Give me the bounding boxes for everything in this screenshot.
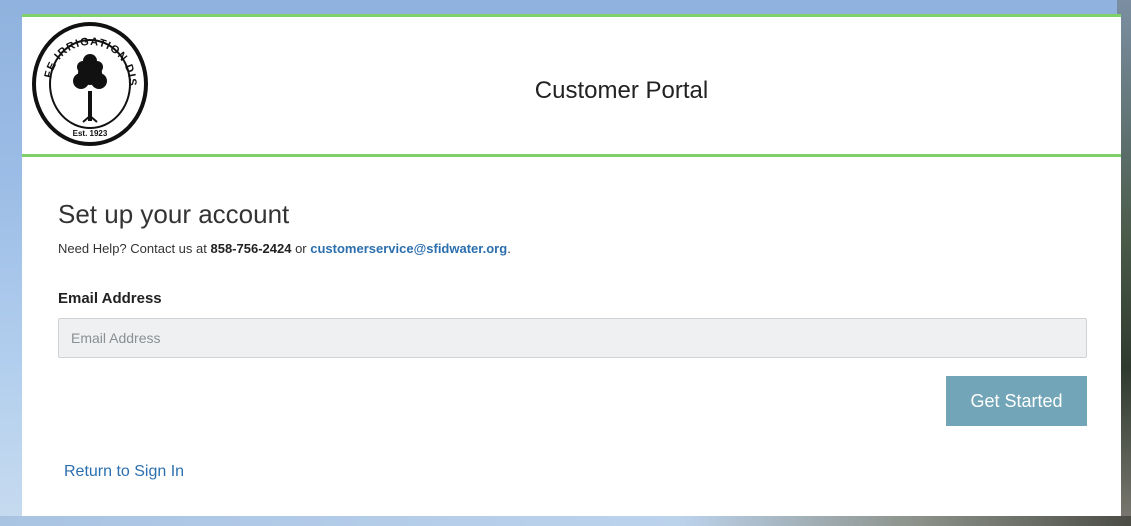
help-middle: or — [291, 241, 311, 256]
portal-header: SANTA FE IRRIGATION DISTRICT Est. 1923 C… — [22, 17, 1121, 157]
help-phone: 858-756-2424 — [210, 241, 292, 256]
support-email-link[interactable]: customerservice@sfidwater.org — [310, 241, 507, 256]
logo-est-text: Est. 1923 — [73, 129, 108, 138]
get-started-button[interactable]: Get Started — [946, 376, 1087, 426]
email-input[interactable] — [58, 318, 1087, 358]
signup-card: SANTA FE IRRIGATION DISTRICT Est. 1923 C… — [22, 14, 1121, 516]
form-heading: Set up your account — [58, 199, 290, 229]
help-prefix: Need Help? Contact us at — [58, 241, 211, 256]
background-image-bottom — [0, 516, 1131, 526]
page-title: Customer Portal — [534, 77, 709, 104]
return-to-sign-in-link[interactable]: Return to Sign In — [64, 463, 184, 481]
help-text: Need Help? Contact us at 858-756-2424 or… — [58, 241, 511, 256]
help-suffix: . — [507, 241, 511, 256]
email-label: Email Address — [58, 290, 162, 307]
